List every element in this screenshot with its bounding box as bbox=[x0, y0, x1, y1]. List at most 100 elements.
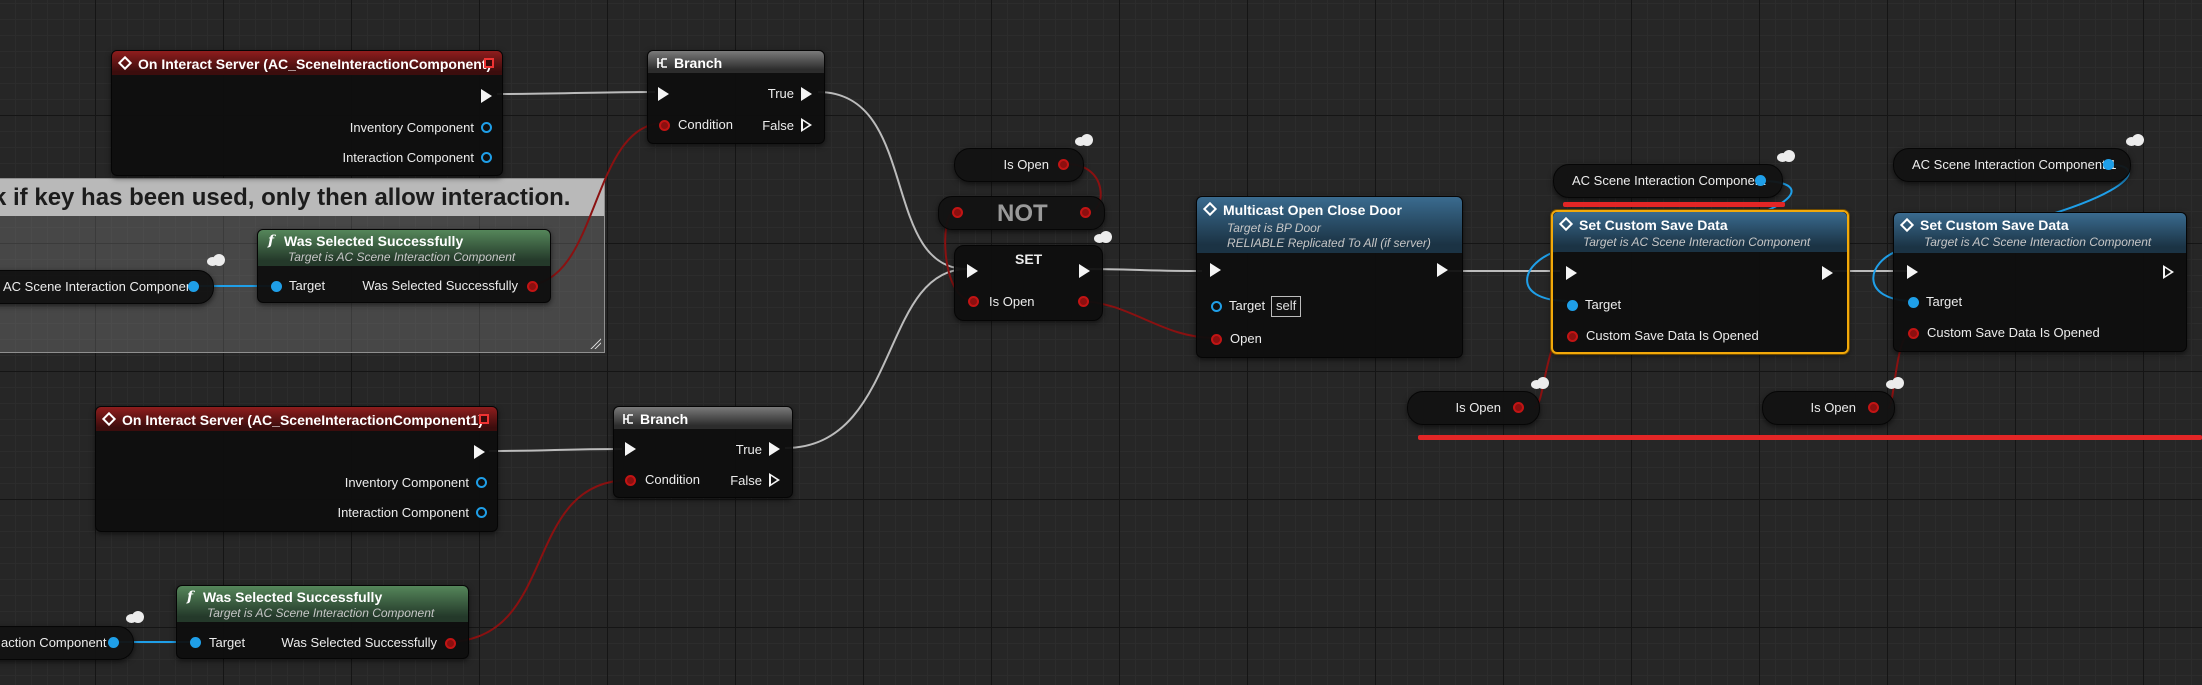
exec-in-pin[interactable] bbox=[625, 442, 636, 456]
function-node-multicast-open-close-door[interactable]: Multicast Open Close Door Target is BP D… bbox=[1196, 196, 1463, 358]
node-title: Set Custom Save Data bbox=[1579, 217, 1728, 233]
node-subtitle: RELIABLE Replicated To All (if server) bbox=[1227, 236, 1431, 250]
self-input[interactable]: self bbox=[1271, 296, 1302, 317]
pin-label: Inventory Component bbox=[349, 120, 474, 135]
variable-get-node[interactable]: Is Open bbox=[954, 148, 1084, 182]
variable-get-node[interactable]: AC Scene Interaction Component bbox=[1553, 164, 1783, 198]
variable-label: AC Scene Interaction Component bbox=[3, 279, 197, 294]
not-boolean-node[interactable]: NOT bbox=[938, 196, 1105, 230]
node-title: Was Selected Successfully bbox=[203, 589, 383, 605]
node-header: On Interact Server (AC_SceneInteractionC… bbox=[112, 51, 502, 75]
bool-out-pin[interactable] bbox=[1078, 296, 1089, 307]
exec-out-pin[interactable] bbox=[1822, 266, 1833, 280]
bool-in-pin[interactable] bbox=[952, 207, 963, 218]
exec-in-pin[interactable] bbox=[1566, 266, 1577, 280]
node-subtitle: Target is AC Scene Interaction Component bbox=[207, 606, 435, 620]
delegate-pin-icon[interactable] bbox=[479, 414, 489, 424]
branch-node[interactable]: Branch True Condition False bbox=[647, 50, 825, 144]
object-out-pin[interactable] bbox=[476, 507, 487, 518]
object-in-pin[interactable] bbox=[1908, 297, 1919, 308]
exec-wire bbox=[488, 448, 623, 452]
object-out-pin[interactable] bbox=[476, 477, 487, 488]
object-in-pin[interactable] bbox=[1567, 300, 1578, 311]
bool-in-pin[interactable] bbox=[968, 296, 979, 307]
object-in-pin[interactable] bbox=[271, 281, 282, 292]
replicated-icon bbox=[1777, 150, 1795, 162]
bool-out-pin[interactable] bbox=[1058, 159, 1069, 170]
pin-label: Target bbox=[1926, 294, 1963, 309]
exec-in-pin[interactable] bbox=[658, 87, 669, 101]
bool-out-pin[interactable] bbox=[1080, 207, 1091, 218]
function-node-set-custom-save-data[interactable]: Set Custom Save Data Target is AC Scene … bbox=[1551, 210, 1849, 354]
exec-in-pin[interactable] bbox=[1210, 263, 1221, 277]
function-icon: f bbox=[268, 233, 275, 249]
exec-out-pin-false[interactable] bbox=[769, 473, 780, 487]
variable-label: Is Open bbox=[1455, 400, 1501, 415]
exec-in-pin[interactable] bbox=[967, 264, 978, 278]
set-variable-node[interactable]: SET Is Open bbox=[954, 245, 1103, 321]
function-icon: f bbox=[187, 589, 194, 605]
object-out-pin[interactable] bbox=[1755, 175, 1766, 186]
exec-out-pin-false[interactable] bbox=[801, 118, 812, 132]
object-out-pin[interactable] bbox=[481, 122, 492, 133]
node-title: On Interact Server (AC_SceneInteractionC… bbox=[138, 56, 492, 72]
resize-grip-icon[interactable] bbox=[589, 337, 601, 349]
function-node-set-custom-save-data[interactable]: Set Custom Save Data Target is AC Scene … bbox=[1893, 212, 2187, 352]
pin-label: False bbox=[762, 118, 794, 133]
exec-out-pin[interactable] bbox=[474, 445, 485, 459]
node-title: Set Custom Save Data bbox=[1920, 217, 2069, 233]
node-title: Multicast Open Close Door bbox=[1223, 202, 1402, 218]
bool-out-pin[interactable] bbox=[1868, 402, 1879, 413]
pin-label: False bbox=[730, 473, 762, 488]
bool-in-pin[interactable] bbox=[625, 475, 636, 486]
object-out-pin[interactable] bbox=[108, 637, 119, 648]
exec-out-pin-true[interactable] bbox=[801, 87, 812, 101]
exec-out-pin[interactable] bbox=[1437, 263, 1448, 277]
delegate-pin-icon[interactable] bbox=[484, 58, 494, 68]
node-header: On Interact Server (AC_SceneInteractionC… bbox=[96, 407, 497, 431]
exec-wire bbox=[817, 91, 968, 270]
branch-icon bbox=[657, 58, 667, 68]
pin-label: Condition bbox=[645, 472, 700, 487]
event-icon bbox=[117, 55, 133, 71]
object-out-pin[interactable] bbox=[481, 152, 492, 163]
bool-in-pin[interactable] bbox=[1211, 334, 1222, 345]
bool-out-pin[interactable] bbox=[445, 638, 456, 649]
exec-out-pin[interactable] bbox=[1079, 264, 1090, 278]
object-in-pin[interactable] bbox=[1211, 301, 1222, 312]
node-title: SET bbox=[1015, 251, 1043, 267]
variable-get-node[interactable]: Is Open bbox=[1762, 391, 1895, 425]
bool-out-pin[interactable] bbox=[1513, 402, 1524, 413]
pin-label: Open bbox=[1230, 331, 1262, 346]
object-out-pin[interactable] bbox=[2103, 159, 2114, 170]
exec-out-pin-true[interactable] bbox=[769, 442, 780, 456]
variable-get-node[interactable]: action Component bbox=[0, 626, 134, 660]
function-node-was-selected-successfully[interactable]: f Was Selected Successfully Target is AC… bbox=[176, 585, 469, 659]
event-icon bbox=[1202, 201, 1218, 217]
exec-out-pin[interactable] bbox=[481, 89, 492, 103]
node-header: Set Custom Save Data Target is AC Scene … bbox=[1894, 213, 2186, 253]
variable-get-node[interactable]: AC Scene Interaction Component bbox=[0, 270, 214, 304]
variable-label: action Component bbox=[1, 635, 107, 650]
object-in-pin[interactable] bbox=[190, 637, 201, 648]
exec-out-pin[interactable] bbox=[2163, 265, 2174, 279]
pin-label: Interaction Component bbox=[337, 505, 469, 520]
bool-out-pin[interactable] bbox=[527, 281, 538, 292]
bool-in-pin[interactable] bbox=[659, 120, 670, 131]
event-node-interact-server[interactable]: On Interact Server (AC_SceneInteractionC… bbox=[111, 50, 503, 176]
variable-get-node[interactable]: AC Scene Interaction Component 1 bbox=[1893, 148, 2131, 182]
object-out-pin[interactable] bbox=[188, 281, 199, 292]
pin-label: Custom Save Data Is Opened bbox=[1927, 325, 2100, 340]
function-node-was-selected-successfully[interactable]: f Was Selected Successfully Target is AC… bbox=[257, 229, 551, 303]
replicated-icon bbox=[2126, 134, 2144, 146]
node-header: Multicast Open Close Door Target is BP D… bbox=[1197, 197, 1462, 253]
replicated-icon bbox=[1075, 134, 1093, 146]
variable-get-node[interactable]: Is Open bbox=[1407, 391, 1540, 425]
bool-in-pin[interactable] bbox=[1908, 328, 1919, 339]
event-node-interact-server-1[interactable]: On Interact Server (AC_SceneInteractionC… bbox=[95, 406, 498, 532]
variable-label: Is Open bbox=[1810, 400, 1856, 415]
exec-in-pin[interactable] bbox=[1907, 265, 1918, 279]
branch-node[interactable]: Branch True Condition False bbox=[613, 406, 793, 498]
comment-title: k if key has been used, only then allow … bbox=[0, 179, 604, 216]
bool-in-pin[interactable] bbox=[1567, 331, 1578, 342]
